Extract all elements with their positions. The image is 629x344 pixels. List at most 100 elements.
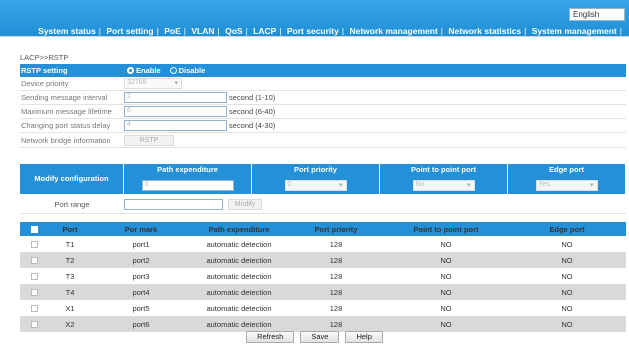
cell-edge: NO: [561, 303, 573, 313]
rstp-setting-row: RSTP setting Enable Disable: [20, 64, 626, 77]
port-priority-cell: 0: [252, 176, 380, 194]
max-lifetime-input[interactable]: 6: [124, 106, 227, 117]
cell-p2p: NO: [440, 255, 452, 265]
sending-interval-input[interactable]: 2: [124, 92, 227, 103]
nav-poe[interactable]: PoE: [164, 26, 181, 36]
cell-p2p: NO: [440, 303, 452, 313]
nav-port-setting[interactable]: Port setting: [106, 26, 153, 36]
nav-network-statistics[interactable]: Network statistics: [448, 26, 521, 36]
edge-cell: Yes: [508, 176, 626, 194]
breadcrumb: LACP>>RSTP: [20, 53, 69, 62]
changing-delay-hint: second (4-30): [229, 121, 276, 130]
cell-priority: 128: [329, 303, 343, 313]
bridge-info-label: Network bridge information: [21, 135, 111, 145]
rstp-setting-label: RSTP setting: [21, 66, 68, 75]
table-row[interactable]: T2 port2 automatic detection 128 NO NO: [20, 252, 626, 268]
nav-system-management[interactable]: System management: [532, 26, 617, 36]
cell-path: automatic detection: [206, 319, 272, 329]
cell-mark: port4: [132, 287, 150, 297]
top-header-bar: English System status | Port setting | PoE…: [0, 0, 629, 37]
cell-p2p: NO: [440, 319, 452, 329]
footer-actions: Refresh Save Help: [0, 331, 629, 343]
cell-edge: NO: [561, 271, 573, 281]
cell-p2p: NO: [440, 239, 452, 249]
nav-port-security[interactable]: Port security: [287, 26, 339, 36]
cell-priority: 128: [329, 239, 343, 249]
cell-priority: 128: [329, 287, 343, 297]
help-button[interactable]: Help: [345, 331, 383, 343]
cell-port: T4: [65, 287, 75, 297]
port-range-input[interactable]: [124, 199, 223, 210]
refresh-button[interactable]: Refresh: [246, 331, 295, 343]
max-lifetime-label: Maximum message lifetime: [21, 107, 112, 116]
sending-interval-label: Sending message interval: [21, 93, 108, 102]
col-port-priority: Port priority: [252, 164, 380, 176]
cell-path: automatic detection: [206, 255, 272, 265]
header-edge-port: Edge port: [549, 224, 585, 234]
cell-port: T2: [65, 255, 75, 265]
port-range-label: Port range: [54, 200, 90, 209]
select-all-checkbox[interactable]: [30, 226, 38, 234]
table-row[interactable]: X1 port5 automatic detection 128 NO NO: [20, 300, 626, 316]
cell-mark: port3: [132, 271, 150, 281]
enable-radio[interactable]: Enable: [127, 66, 161, 75]
path-expenditure-cell: 0: [124, 176, 252, 194]
modify-configuration-title: Modify configuration: [20, 164, 124, 194]
nav-system-status[interactable]: System status: [38, 26, 96, 36]
max-lifetime-row: Maximum message lifetime 6 second (6-40): [20, 105, 626, 119]
radio-selected-icon: [127, 67, 134, 74]
modify-button[interactable]: Modify: [228, 199, 262, 210]
row-checkbox[interactable]: [30, 241, 38, 249]
device-priority-select[interactable]: 32768: [124, 78, 182, 89]
row-checkbox[interactable]: [30, 257, 38, 265]
col-point-to-point: Point to point port: [380, 164, 508, 176]
device-priority-row: Device priority 32768: [20, 77, 626, 91]
save-button[interactable]: Save: [300, 331, 340, 343]
row-checkbox[interactable]: [30, 321, 38, 329]
disable-radio[interactable]: Disable: [169, 66, 206, 75]
row-checkbox[interactable]: [30, 273, 38, 281]
nav-qos[interactable]: QoS: [225, 26, 242, 36]
nav-network-management[interactable]: Network management: [349, 26, 437, 36]
main-nav: System status | Port setting | PoE | VLAN | …: [38, 26, 622, 36]
rstp-info-button[interactable]: RSTP: [124, 134, 174, 146]
table-row[interactable]: X2 port6 automatic detection 128 NO NO: [20, 316, 626, 332]
changing-delay-input[interactable]: 4: [124, 120, 227, 131]
cell-edge: NO: [561, 255, 573, 265]
disable-label: Disable: [178, 66, 206, 75]
header-port: Port: [62, 224, 78, 234]
max-lifetime-hint: second (6-40): [229, 107, 276, 116]
nav-vlan[interactable]: VLAN: [191, 26, 214, 36]
select-all-cell: [20, 225, 48, 234]
sending-interval-hint: second (1-10): [229, 93, 276, 102]
nav-lacp[interactable]: LACP: [253, 26, 276, 36]
row-checkbox[interactable]: [30, 305, 38, 313]
col-edge-port: Edge port: [508, 164, 626, 176]
cell-path: automatic detection: [206, 271, 272, 281]
enable-label: Enable: [136, 66, 161, 75]
path-expenditure-input[interactable]: 0: [141, 179, 234, 191]
table-row[interactable]: T3 port3 automatic detection 128 NO NO: [20, 268, 626, 284]
cell-mark: port1: [132, 239, 150, 249]
cell-priority: 128: [329, 319, 343, 329]
cell-priority: 128: [329, 255, 343, 265]
header-point-to-point: Point to point port: [413, 224, 479, 234]
changing-delay-label: Changing port status delay: [21, 121, 111, 130]
cell-priority: 128: [329, 271, 343, 281]
bridge-info-row: Network bridge information RSTP: [20, 133, 626, 148]
port-priority-select[interactable]: 0: [284, 179, 347, 191]
point-to-point-select[interactable]: No: [412, 179, 475, 191]
cell-mark: port5: [132, 303, 150, 313]
row-checkbox[interactable]: [30, 289, 38, 297]
table-row[interactable]: T1 port1 automatic detection 128 NO NO: [20, 236, 626, 252]
edge-port-select[interactable]: Yes: [535, 179, 598, 191]
radio-unselected-icon: [169, 67, 177, 74]
header-path-expenditure: Path expenditure: [208, 224, 270, 234]
table-row[interactable]: T4 port4 automatic detection 128 NO NO: [20, 284, 626, 300]
col-path-expenditure: Path expenditure: [124, 164, 252, 176]
header-port-priority: Port priority: [314, 224, 358, 234]
language-select[interactable]: English: [569, 8, 625, 21]
cell-edge: NO: [561, 319, 573, 329]
sending-interval-row: Sending message interval 2 second (1-10): [20, 91, 626, 105]
cell-path: automatic detection: [206, 287, 272, 297]
